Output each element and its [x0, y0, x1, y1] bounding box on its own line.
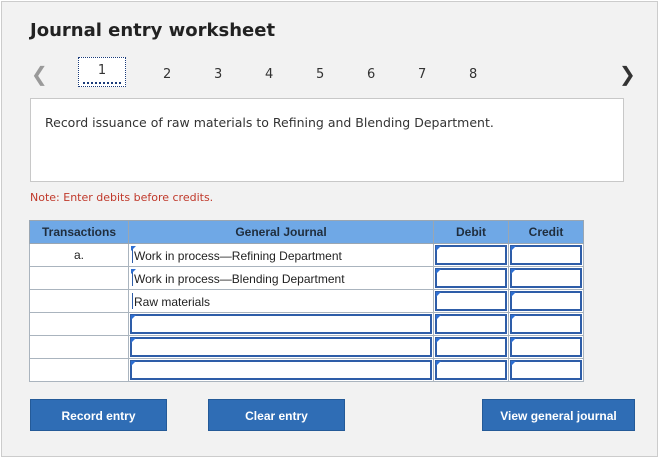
table-row: a. Work in process—Refining Department: [29, 243, 584, 267]
instruction-box: Record issuance of raw materials to Refi…: [30, 98, 624, 182]
instruction-text: Record issuance of raw materials to Refi…: [45, 115, 494, 130]
credit-field[interactable]: [510, 314, 582, 334]
debit-field[interactable]: [435, 245, 507, 265]
transaction-cell: [29, 335, 129, 359]
chevron-left-icon[interactable]: ❮: [31, 62, 48, 86]
dropdown-marker-icon: [511, 338, 516, 343]
header-credit: Credit: [508, 220, 584, 244]
view-general-journal-button[interactable]: View general journal: [482, 399, 635, 431]
dropdown-marker-icon: [131, 269, 136, 274]
account-field[interactable]: [130, 337, 432, 357]
dropdown-marker-icon: [131, 246, 136, 251]
table-row: [29, 312, 584, 336]
page-1[interactable]: 1: [78, 57, 126, 87]
record-entry-button[interactable]: Record entry: [30, 399, 167, 431]
header-general-journal: General Journal: [128, 220, 434, 244]
page-2[interactable]: 2: [163, 67, 171, 82]
transaction-cell: [29, 312, 129, 336]
table-row: [29, 335, 584, 359]
page-4[interactable]: 4: [265, 67, 273, 82]
dropdown-marker-icon: [436, 315, 441, 320]
dropdown-marker-icon: [511, 361, 516, 366]
dropdown-marker-icon: [436, 246, 441, 251]
dropdown-marker-icon: [131, 338, 136, 343]
dropdown-marker-icon: [436, 338, 441, 343]
transaction-cell: a.: [29, 243, 129, 267]
dropdown-marker-icon: [511, 292, 516, 297]
header-debit: Debit: [433, 220, 509, 244]
credit-field[interactable]: [510, 268, 582, 288]
note-text: Note: Enter debits before credits.: [30, 191, 214, 204]
debit-field[interactable]: [435, 337, 507, 357]
table-row: Raw materials: [29, 289, 584, 313]
dropdown-marker-icon: [436, 269, 441, 274]
page-title: Journal entry worksheet: [30, 20, 276, 41]
header-transactions: Transactions: [29, 220, 129, 244]
credit-field[interactable]: [510, 291, 582, 311]
credit-field[interactable]: [510, 245, 582, 265]
debit-field[interactable]: [435, 360, 507, 380]
pager: ❮ 1 2 3 4 5 6 7 8 ❯: [0, 57, 659, 90]
table-row: [29, 358, 584, 382]
credit-field[interactable]: [510, 337, 582, 357]
dropdown-marker-icon: [436, 292, 441, 297]
page-5[interactable]: 5: [316, 67, 324, 82]
page-7[interactable]: 7: [418, 67, 426, 82]
account-field[interactable]: Work in process—Blending Department: [130, 268, 432, 288]
page-8[interactable]: 8: [469, 67, 477, 82]
account-field[interactable]: Work in process—Refining Department: [130, 245, 432, 265]
account-field[interactable]: [130, 314, 432, 334]
dropdown-marker-icon: [511, 246, 516, 251]
dropdown-marker-icon: [436, 361, 441, 366]
dropdown-marker-icon: [511, 315, 516, 320]
account-field[interactable]: Raw materials: [130, 291, 432, 311]
account-field[interactable]: [130, 360, 432, 380]
page-6[interactable]: 6: [367, 67, 375, 82]
clear-entry-button[interactable]: Clear entry: [208, 399, 345, 431]
dropdown-marker-icon: [131, 361, 136, 366]
dropdown-marker-icon: [511, 269, 516, 274]
dropdown-marker-icon: [131, 315, 136, 320]
debit-field[interactable]: [435, 291, 507, 311]
debit-field[interactable]: [435, 268, 507, 288]
transaction-cell: [29, 289, 129, 313]
debit-field[interactable]: [435, 314, 507, 334]
table-row: Work in process—Blending Department: [29, 266, 584, 290]
journal-table: Transactions General Journal Debit Credi…: [29, 220, 584, 382]
credit-field[interactable]: [510, 360, 582, 380]
transaction-cell: [29, 266, 129, 290]
transaction-cell: [29, 358, 129, 382]
chevron-right-icon[interactable]: ❯: [619, 62, 636, 86]
page-3[interactable]: 3: [214, 67, 222, 82]
